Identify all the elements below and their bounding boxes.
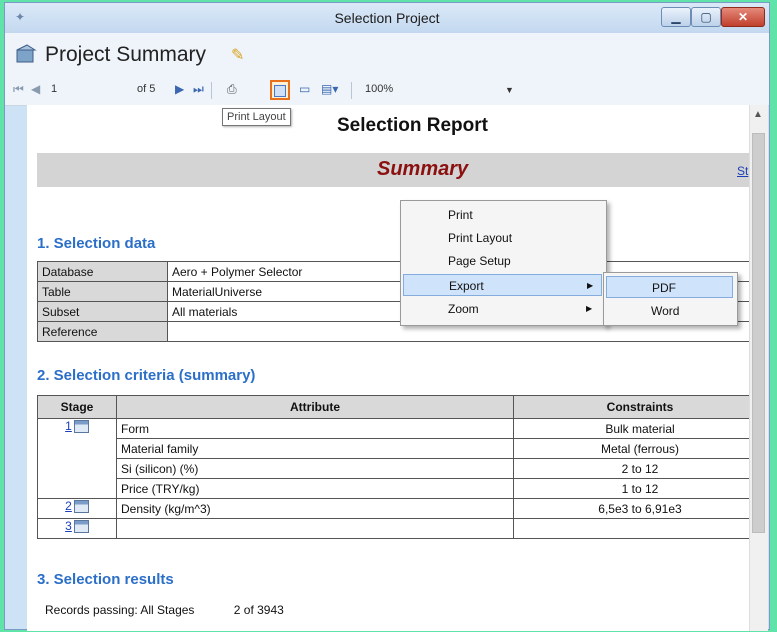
stage-calendar-icon[interactable]	[73, 420, 89, 434]
table-cell: Si (silicon) (%)	[116, 458, 514, 479]
page-title: Project Summary	[45, 43, 207, 66]
maximize-button[interactable]: ▢	[691, 7, 721, 27]
menu-item-print[interactable]: Print	[403, 204, 602, 226]
prev-page-icon[interactable]: ◀	[31, 82, 40, 96]
submenu-item-word[interactable]: Word	[606, 300, 733, 322]
table-cell: Material family	[116, 438, 514, 459]
window-title: Selection Project	[334, 10, 440, 26]
scroll-thumb[interactable]	[752, 133, 765, 533]
menu-item-label: Print Layout	[448, 231, 513, 245]
table-cell: 6,5e3 to 6,91e3	[513, 498, 762, 519]
zoom-dropdown-icon[interactable]: ▼	[505, 85, 514, 95]
zoom-select[interactable]: 100%	[365, 83, 393, 95]
submenu-arrow-icon: ▶	[587, 281, 594, 290]
menu-item-page-setup[interactable]: Page Setup	[403, 250, 602, 272]
stage-cell: 3	[37, 518, 117, 539]
stage-link[interactable]: 1	[65, 419, 72, 433]
edit-icon[interactable]: ✎	[231, 45, 244, 65]
report-title: Selection Report	[337, 115, 488, 136]
table-cell: Density (kg/m^3)	[116, 498, 514, 519]
table-cell: Subset	[37, 301, 168, 322]
export-submenu: PDF Word	[603, 272, 738, 326]
table-header-row: Stage Attribute Constraints	[37, 395, 762, 419]
section-title-selection-criteria: 2. Selection criteria (summary)	[37, 367, 256, 384]
table-cell: Bulk material	[513, 418, 762, 439]
last-page-icon[interactable]: ⏭	[193, 82, 204, 97]
next-page-icon[interactable]: ▶	[175, 82, 184, 96]
stage-calendar-icon[interactable]	[73, 500, 89, 514]
summary-band-title: Summary	[377, 158, 469, 180]
submenu-arrow-icon: ▶	[586, 304, 593, 313]
export-icon[interactable]: ▤▾	[321, 82, 338, 96]
table-cell: Price (TRY/kg)	[116, 478, 514, 499]
stage-link[interactable]: 3	[65, 519, 72, 533]
records-label: Records passing: All Stages	[45, 603, 195, 617]
table-cell: 1 to 12	[513, 478, 762, 499]
stage-link[interactable]: 2	[65, 499, 72, 513]
table-cell: Metal (ferrous)	[513, 438, 762, 459]
table-cell	[513, 518, 762, 539]
toolbar-separator	[351, 82, 352, 99]
report-viewer: Print Layout Selection Report Summary St…	[27, 105, 762, 631]
menu-item-print-layout[interactable]: Print Layout	[403, 227, 602, 249]
print-icon[interactable]: ⎙	[227, 82, 237, 97]
table-row: Si (silicon) (%) 2 to 12	[38, 458, 762, 479]
close-icon: ✕	[737, 10, 749, 24]
submenu-item-label: PDF	[652, 281, 676, 295]
report-toolbar: ⏮ ◀ 1 of 5 ▶ ⏭ ⎙ ▭ ▤▾ 100% ▼	[5, 77, 769, 106]
table-cell: 2 to 12	[513, 458, 762, 479]
table-row: Material family Metal (ferrous)	[38, 438, 762, 459]
stage-cell: 1	[37, 418, 117, 499]
menu-item-label: Export	[449, 279, 484, 293]
table-cell: Reference	[37, 321, 168, 342]
page-setup-icon[interactable]: ▭	[299, 82, 310, 96]
records-value: 2 of 3943	[233, 603, 284, 617]
print-layout-button[interactable]	[270, 80, 290, 100]
toolbar-separator	[211, 82, 212, 99]
current-page-field[interactable]: 1	[51, 83, 57, 95]
first-page-icon[interactable]: ⏮	[13, 82, 24, 97]
menu-item-export[interactable]: Export ▶	[403, 274, 602, 296]
menu-item-zoom[interactable]: Zoom ▶	[403, 298, 602, 320]
column-header-attribute: Attribute	[116, 395, 514, 419]
table-cell: Table	[37, 281, 168, 302]
submenu-item-label: Word	[651, 304, 680, 318]
close-button[interactable]: ✕	[721, 7, 765, 27]
minimize-button[interactable]: ▁	[661, 7, 691, 27]
menu-item-label: Page Setup	[448, 254, 511, 268]
summary-icon	[16, 44, 37, 63]
submenu-item-pdf[interactable]: PDF	[606, 276, 733, 298]
menu-item-label: Zoom	[448, 302, 479, 316]
stage-cell: 2	[37, 498, 117, 519]
menu-item-label: Print	[448, 208, 473, 222]
stage-calendar-icon[interactable]	[73, 520, 89, 534]
summary-header: Project Summary ✎	[5, 33, 769, 77]
column-header-constraints: Constraints	[513, 395, 762, 419]
selection-criteria-table: Stage Attribute Constraints 1 Form Bulk …	[37, 395, 762, 539]
table-row: 2 Density (kg/m^3) 6,5e3 to 6,91e3	[37, 498, 762, 519]
table-cell	[116, 518, 514, 539]
table-row: Price (TRY/kg) 1 to 12	[38, 478, 762, 499]
vertical-scrollbar[interactable]: ▲	[749, 105, 768, 631]
print-layout-icon	[274, 85, 286, 97]
table-row: 1 Form Bulk material	[37, 418, 762, 499]
section-title-selection-results: 3. Selection results	[37, 571, 174, 588]
context-menu: Print Print Layout Page Setup Export ▶ Zo…	[400, 200, 607, 326]
table-cell: Form	[116, 418, 514, 439]
column-header-stage: Stage	[37, 395, 117, 419]
summary-band: Summary	[37, 153, 762, 187]
print-layout-tooltip: Print Layout	[222, 108, 291, 126]
maximize-icon: ▢	[700, 10, 712, 24]
section-title-selection-data: 1. Selection data	[37, 235, 156, 252]
scroll-up-icon[interactable]: ▲	[753, 109, 763, 120]
summary-band-link[interactable]: St	[737, 164, 748, 178]
title-bar[interactable]: ✦ Selection Project ▁ ▢ ✕	[5, 3, 769, 33]
records-passing: Records passing: All Stages 2 of 3943	[45, 603, 284, 617]
table-row: 3	[37, 518, 762, 539]
table-cell: Database	[37, 261, 168, 282]
page-count: of 5	[137, 83, 156, 95]
minimize-icon: ▁	[671, 10, 681, 24]
